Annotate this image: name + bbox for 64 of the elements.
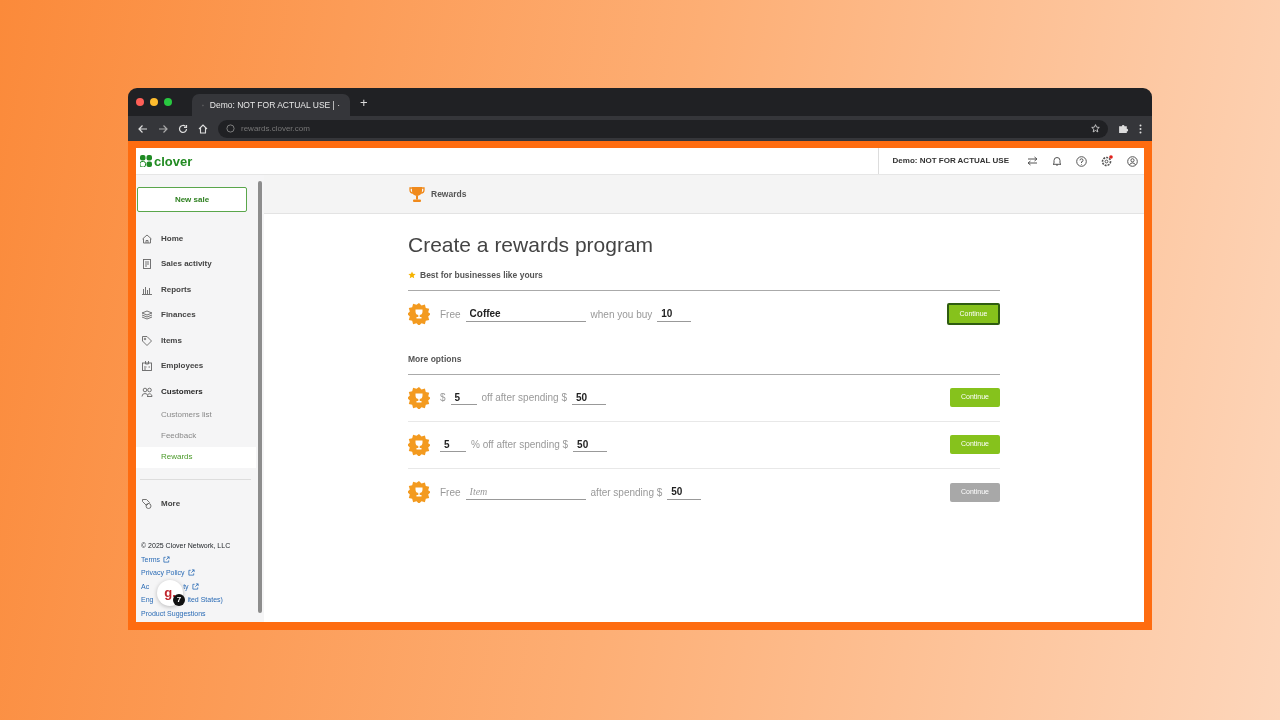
input-field[interactable]: 5 [450,390,477,405]
address-bar[interactable]: rewards.clover.com [218,119,1108,138]
reward-medal-icon [408,303,430,326]
reward-text: off after spending $ [481,391,567,405]
zoom-dot[interactable] [164,98,172,106]
help-icon[interactable] [1076,155,1087,167]
input-field[interactable]: 50 [572,390,606,405]
bell-icon[interactable] [1052,156,1062,166]
input-field[interactable]: 10 [657,306,692,322]
account-icon[interactable] [1127,155,1138,167]
clover-logo-icon [140,155,152,167]
reward-text: Free [440,485,461,500]
star-icon[interactable] [1091,124,1100,133]
reward-text: % off after spending $ [471,438,569,452]
sidebar-item[interactable]: Customers [136,379,264,405]
reward-text: after spending $ [590,485,663,500]
close-dot[interactable] [136,98,144,106]
scrollbar[interactable] [258,181,262,613]
sidebar-item[interactable]: Employees [136,353,264,379]
tag-icon [141,334,153,347]
back-icon[interactable] [138,123,148,134]
sidebar-item[interactable]: Items [136,328,264,354]
receipt-icon [141,258,153,271]
menu-icon[interactable] [1139,123,1142,134]
sidebar-subitem[interactable]: Feedback [136,425,256,447]
browser-tab[interactable]: Demo: NOT FOR ACTUAL USE | · [192,94,350,116]
people-icon [141,385,153,398]
money-stack-icon [141,309,153,322]
sidebar-item[interactable]: Reports [136,277,264,303]
settings-icon[interactable] [1101,155,1113,167]
sidebar-item[interactable]: Sales activity [136,251,264,277]
sidebar-subitem[interactable]: Customers list [136,404,256,426]
sidebar-item[interactable]: More [136,491,264,517]
input-field[interactable]: 5 [440,437,466,452]
section-heading: Best for businesses like yours [420,269,543,282]
page-heading: Rewards [431,187,467,201]
reward-text: Free [440,307,461,322]
reward-medal-icon [408,386,430,409]
new-sale-button[interactable]: New sale [137,187,247,212]
house-icon [141,232,153,245]
sidebar-subitem[interactable]: Rewards [136,446,256,468]
logo-text[interactable]: clover [154,154,193,168]
trophy-icon [409,185,425,203]
home-icon[interactable] [198,123,208,134]
section-heading: More options [408,352,462,366]
sidebar-item[interactable]: Finances [136,302,264,328]
tags-icon [141,498,153,511]
reward-medal-icon [408,481,430,503]
page-title: Create a rewards program [408,234,655,255]
switch-icon[interactable] [1027,156,1038,166]
reload-icon[interactable] [178,123,188,134]
reward-text: $ [440,391,446,405]
id-badge-icon [141,360,153,373]
reward-medal-icon [408,433,430,456]
demo-label: Demo: NOT FOR ACTUAL USE [877,148,1027,174]
input-field[interactable]: 50 [573,437,608,452]
reward-text: when you buy [590,307,653,322]
input-field[interactable]: Coffee [465,306,586,322]
forward-icon[interactable] [158,123,168,134]
new-tab-button[interactable]: + [360,95,368,109]
puzzle-icon[interactable] [1118,123,1129,134]
star-icon [408,271,416,280]
sidebar-item[interactable]: Home [136,226,264,252]
minimize-dot[interactable] [150,98,158,106]
